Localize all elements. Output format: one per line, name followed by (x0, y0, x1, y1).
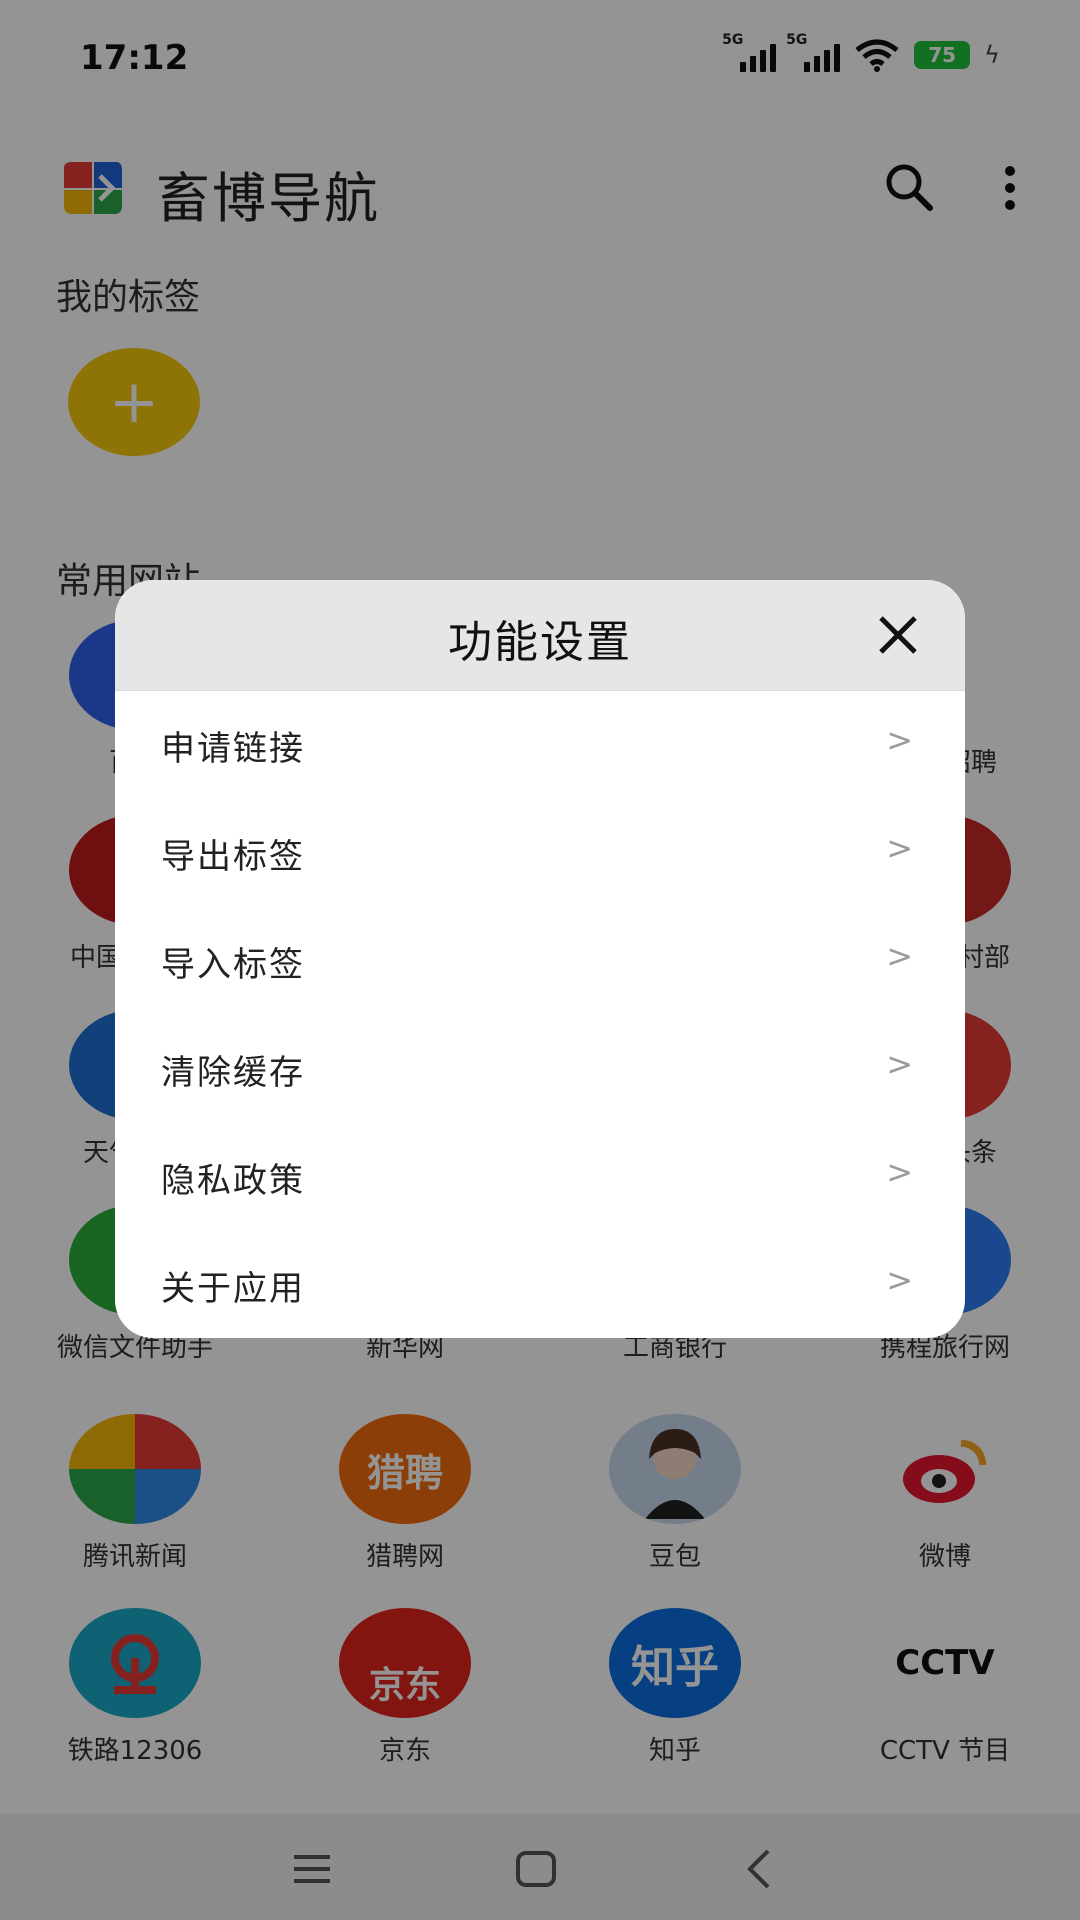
close-button[interactable] (875, 612, 921, 658)
settings-dialog: 功能设置 申请链接 > 导出标签 > 导入标签 > 清除缓存 > 隐私政策 > 关于应用 > (115, 580, 965, 1338)
chevron-right-icon: > (886, 829, 913, 867)
chevron-right-icon: > (886, 1153, 913, 1191)
menu-item-privacy-policy[interactable]: 隐私政策 > (115, 1123, 965, 1231)
menu-item-apply-link[interactable]: 申请链接 > (115, 691, 965, 799)
menu-item-about-app[interactable]: 关于应用 > (115, 1231, 965, 1338)
menu-item-import-tags[interactable]: 导入标签 > (115, 907, 965, 1015)
dialog-header: 功能设置 (115, 580, 965, 691)
chevron-right-icon: > (886, 1261, 913, 1299)
menu-item-export-tags[interactable]: 导出标签 > (115, 799, 965, 907)
close-icon (879, 616, 917, 654)
chevron-right-icon: > (886, 721, 913, 759)
menu-item-clear-cache[interactable]: 清除缓存 > (115, 1015, 965, 1123)
chevron-right-icon: > (886, 937, 913, 975)
dialog-title: 功能设置 (448, 617, 632, 668)
chevron-right-icon: > (886, 1045, 913, 1083)
